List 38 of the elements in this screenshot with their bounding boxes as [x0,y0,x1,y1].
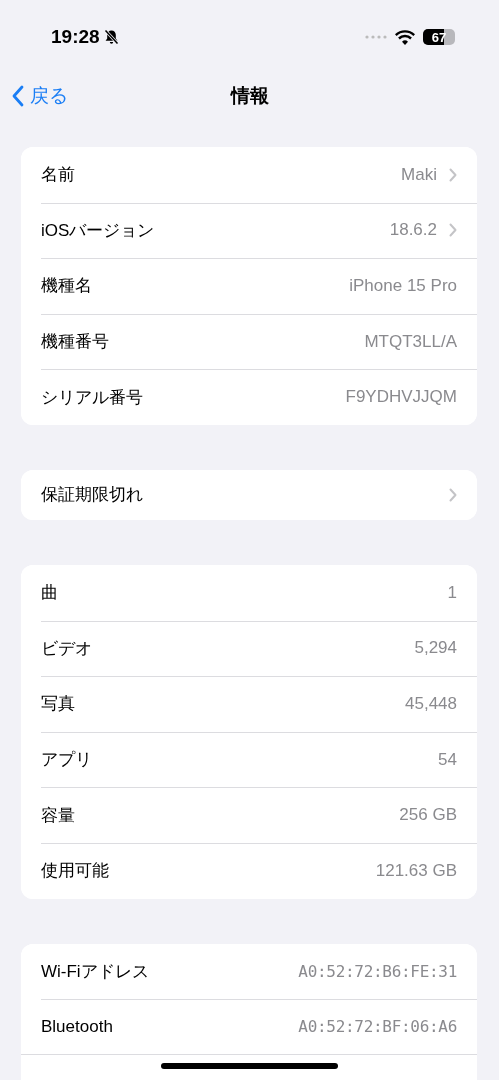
row-value: A0:52:72:BF:06:A6 [298,1017,457,1037]
row-value: F9YDHVJJQM [345,387,457,408]
row-label: iOSバージョン [41,219,155,242]
row-value: 121.63 GB [375,860,457,881]
row-label: 使用可能 [41,860,109,883]
chevron-right-icon [449,223,457,238]
row-label: シリアル番号 [41,386,143,409]
wifi-icon [395,29,415,45]
chevron-right-icon [449,167,457,182]
row-value: 18.6.2 [389,220,437,241]
row-value: Maki [401,164,437,185]
row-value: MTQT3LL/A [364,331,457,352]
row-value: iPhone 15 Pro [349,276,457,296]
page-title: 情報 [230,84,269,108]
row-label: 機種名 [41,275,92,298]
home-indicator[interactable] [161,1063,338,1069]
row-label: 機種番号 [41,331,109,354]
chevron-left-icon [12,85,24,107]
row-label: 保証期限切れ [41,484,143,507]
row-label: 容量 [41,804,75,827]
status-time: 19:28 [51,26,100,48]
row-value: 1 [447,582,457,603]
row-label: 名前 [41,164,75,187]
signal-icon [365,35,387,39]
row-label: Wi-Fiアドレス [41,960,149,983]
row-value: 256 GB [399,805,457,826]
row-label: ビデオ [41,637,92,660]
row-value: 5,294 [414,638,457,659]
back-button[interactable]: 戻る [0,82,74,110]
row-label: 曲 [41,582,58,605]
row-label: 写真 [41,693,75,716]
chevron-right-icon [449,487,457,502]
bell-slash-icon [103,29,119,45]
row-label: アプリ [41,749,92,772]
row-value: 45,448 [405,693,457,714]
row-label: Bluetooth [41,1016,113,1037]
row-value: A0:52:72:B6:FE:31 [298,961,457,981]
row-value: 54 [438,749,457,770]
